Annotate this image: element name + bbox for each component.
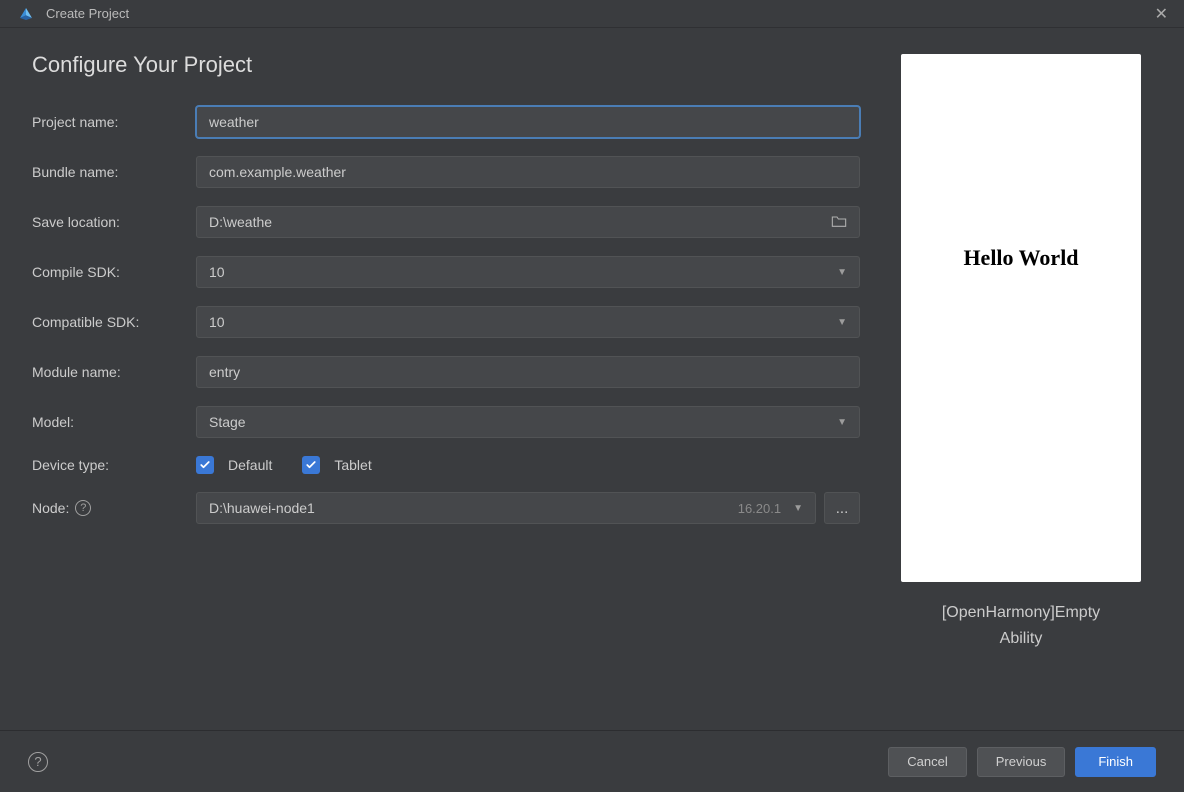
row-compile-sdk: Compile SDK: 10 ▼: [32, 256, 860, 288]
chevron-down-icon: ▼: [793, 503, 803, 514]
label-compile-sdk: Compile SDK:: [32, 264, 188, 280]
bundle-name-text[interactable]: [209, 164, 847, 180]
row-module-name: Module name:: [32, 356, 860, 388]
model-value: Stage: [209, 414, 246, 430]
compat-sdk-select[interactable]: 10 ▼: [196, 306, 860, 338]
label-node: Node: ?: [32, 500, 188, 516]
project-name-text[interactable]: [209, 114, 847, 130]
preview-caption-line1: [OpenHarmony]Empty: [942, 600, 1100, 626]
label-project-name: Project name:: [32, 114, 188, 130]
row-save-location: Save location:: [32, 206, 860, 238]
compile-sdk-value: 10: [209, 264, 225, 280]
save-location-text[interactable]: [209, 214, 831, 230]
chevron-down-icon: ▼: [837, 317, 847, 328]
checkbox-tablet-label: Tablet: [334, 457, 371, 473]
cancel-button[interactable]: Cancel: [888, 747, 966, 777]
title-bar: Create Project ✕: [0, 0, 1184, 28]
row-node: Node: ? D:\huawei-node1 16.20.1 ▼ ...: [32, 492, 860, 524]
preview-hello-text: Hello World: [963, 245, 1078, 271]
checkbox-default[interactable]: [196, 456, 214, 474]
row-bundle-name: Bundle name:: [32, 156, 860, 188]
chevron-down-icon: ▼: [837, 267, 847, 278]
preview-panel: Hello World [OpenHarmony]Empty Ability: [890, 52, 1152, 710]
footer-help-icon[interactable]: ?: [28, 752, 48, 772]
help-icon[interactable]: ?: [75, 500, 91, 516]
compile-sdk-select[interactable]: 10 ▼: [196, 256, 860, 288]
label-compat-sdk: Compatible SDK:: [32, 314, 188, 330]
app-logo-icon: [18, 6, 34, 22]
label-bundle-name: Bundle name:: [32, 164, 188, 180]
model-select[interactable]: Stage ▼: [196, 406, 860, 438]
window-title: Create Project: [46, 6, 129, 21]
content-area: Configure Your Project Project name: Bun…: [0, 28, 1184, 730]
module-name-text[interactable]: [209, 364, 847, 380]
save-location-input[interactable]: [196, 206, 860, 238]
node-value: D:\huawei-node1: [209, 500, 315, 516]
page-title: Configure Your Project: [32, 52, 860, 78]
row-device-type: Device type: Default Tablet: [32, 456, 860, 474]
node-browse-button[interactable]: ...: [824, 492, 860, 524]
label-save-location: Save location:: [32, 214, 188, 230]
preview-device: Hello World: [901, 54, 1141, 582]
project-name-input[interactable]: [196, 106, 860, 138]
module-name-input[interactable]: [196, 356, 860, 388]
label-model: Model:: [32, 414, 188, 430]
folder-icon[interactable]: [831, 214, 847, 231]
form-area: Configure Your Project Project name: Bun…: [32, 52, 860, 710]
footer: ? Cancel Previous Finish: [0, 730, 1184, 792]
previous-button[interactable]: Previous: [977, 747, 1066, 777]
checkbox-tablet[interactable]: [302, 456, 320, 474]
chevron-down-icon: ▼: [837, 417, 847, 428]
label-module-name: Module name:: [32, 364, 188, 380]
label-device-type: Device type:: [32, 457, 188, 473]
row-model: Model: Stage ▼: [32, 406, 860, 438]
compat-sdk-value: 10: [209, 314, 225, 330]
preview-caption-line2: Ability: [942, 626, 1100, 652]
bundle-name-input[interactable]: [196, 156, 860, 188]
close-icon[interactable]: ✕: [1151, 4, 1172, 24]
checkbox-default-label: Default: [228, 457, 272, 473]
node-select[interactable]: D:\huawei-node1 16.20.1 ▼: [196, 492, 816, 524]
node-version: 16.20.1: [738, 501, 781, 516]
row-compat-sdk: Compatible SDK: 10 ▼: [32, 306, 860, 338]
row-project-name: Project name:: [32, 106, 860, 138]
preview-caption: [OpenHarmony]Empty Ability: [942, 600, 1100, 651]
label-node-text: Node:: [32, 500, 69, 516]
finish-button[interactable]: Finish: [1075, 747, 1156, 777]
